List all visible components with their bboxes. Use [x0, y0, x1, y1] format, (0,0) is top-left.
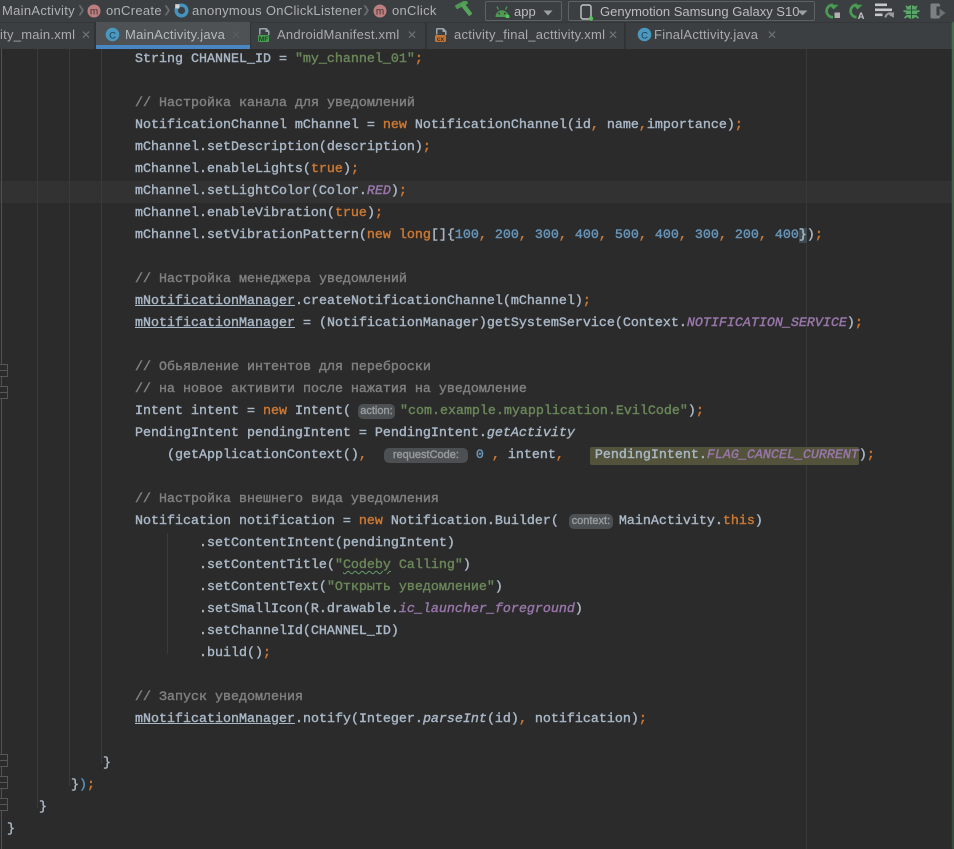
svg-text:cx: cx	[437, 36, 445, 43]
svg-text:MF: MF	[259, 36, 268, 43]
svg-text:m: m	[376, 7, 384, 18]
svg-text:C: C	[109, 30, 116, 41]
svg-text:C: C	[641, 30, 648, 41]
svg-text:m: m	[90, 7, 98, 18]
svg-text:A: A	[858, 11, 865, 20]
